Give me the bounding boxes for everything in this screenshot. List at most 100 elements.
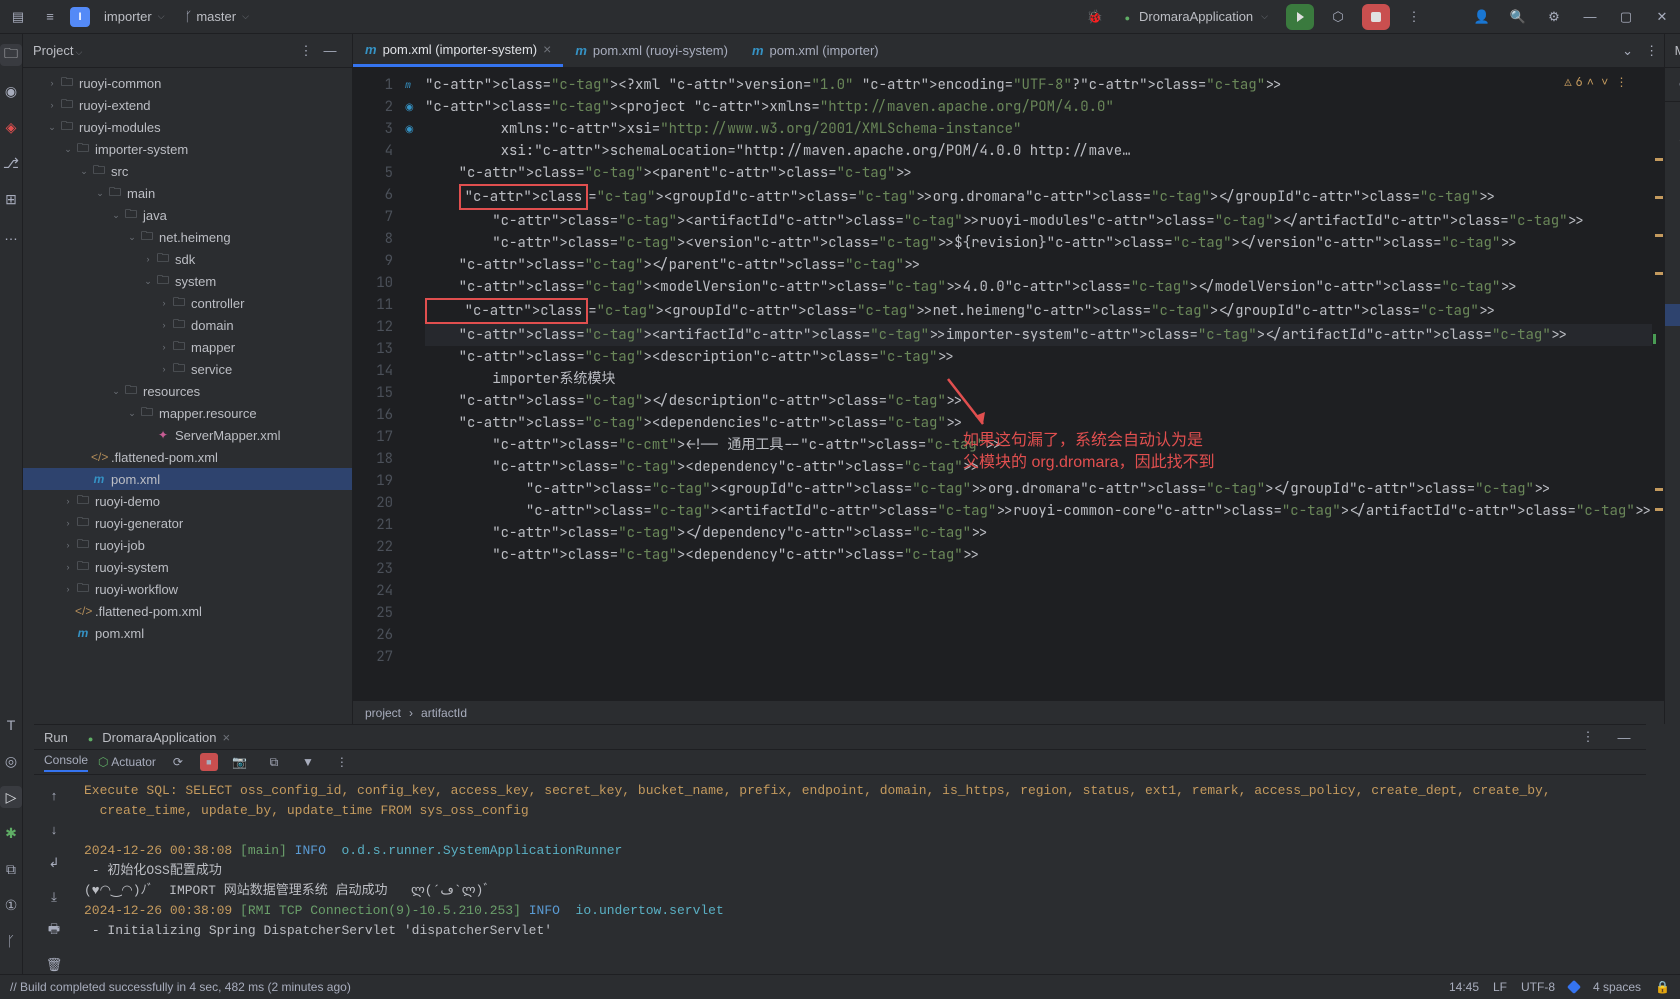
maven-item[interactable]: ⚙install <box>1665 304 1680 326</box>
terminal-tool-icon[interactable]: ⧉ <box>0 858 22 880</box>
editor-tab[interactable]: mpom.xml (importer-system)× <box>353 34 563 67</box>
tree-item[interactable]: </>.flattened-pom.xml <box>23 446 352 468</box>
tab-list-icon[interactable]: ⌄ <box>1616 39 1640 63</box>
tree-item[interactable]: mpom.xml <box>23 622 352 644</box>
tree-item[interactable]: ›🗀ruoyi-system <box>23 556 352 578</box>
actuator-tab[interactable]: ⬡ Actuator <box>98 755 156 769</box>
more-icon[interactable]: ⋮ <box>1402 5 1426 29</box>
maximize-icon[interactable]: ▢ <box>1614 5 1638 29</box>
run-config-dropdown[interactable]: DromaraApplication <box>1119 6 1274 27</box>
tree-item[interactable]: ⌄🗀java <box>23 204 352 226</box>
caret-position[interactable]: 14:45 <box>1449 980 1479 994</box>
maven-item[interactable]: ⚙verify <box>1665 282 1680 304</box>
more-tool-icon[interactable]: … <box>0 224 22 246</box>
tree-item[interactable]: ›🗀ruoyi-extend <box>23 94 352 116</box>
text-tool-icon[interactable]: T <box>0 714 22 736</box>
scroll-icon[interactable]: ⤓ <box>42 885 66 909</box>
down-icon[interactable]: ↓ <box>42 817 66 841</box>
tree-item[interactable]: ›🗀ruoyi-common <box>23 72 352 94</box>
structure-tool-icon[interactable]: ⊞ <box>0 188 22 210</box>
tree-item[interactable]: ›🗀sdk <box>23 248 352 270</box>
run-more-icon[interactable]: ⋮ <box>1576 725 1600 749</box>
close-window-icon[interactable]: ✕ <box>1650 5 1674 29</box>
console-tab[interactable]: Console <box>44 753 88 772</box>
wrap-icon[interactable]: ↲ <box>42 851 66 875</box>
editor-tabs[interactable]: mpom.xml (importer-system)×mpom.xml (ruo… <box>353 34 1664 68</box>
maven-item[interactable]: ⊞com.mysql:mysql-connector-j:8.3.0 <box>1665 480 1680 502</box>
tree-item[interactable]: mpom.xml <box>23 468 352 490</box>
branch-dropdown[interactable]: ᚴ master <box>179 6 255 27</box>
panel-hide-icon[interactable]: — <box>318 39 342 63</box>
hamburger-icon[interactable]: ≡ <box>38 5 62 29</box>
tree-item[interactable]: ⌄🗀main <box>23 182 352 204</box>
bug-icon[interactable]: 🐞 <box>1083 5 1107 29</box>
rerun-icon[interactable]: ⟳ <box>166 750 190 774</box>
tree-item[interactable]: ⌄🗀ruoyi-modules <box>23 116 352 138</box>
maven-item[interactable]: ›🗀Plugins <box>1665 370 1680 392</box>
tree-item[interactable]: ⌄🗀resources <box>23 380 352 402</box>
tree-item[interactable]: ›🗀ruoyi-job <box>23 534 352 556</box>
maven-item[interactable]: ⌄mImporter <box>1665 128 1680 150</box>
maven-item[interactable]: ⚙test <box>1665 238 1680 260</box>
maven-item[interactable]: ›⊞org.dromara:ruoyi-system:5.2.3 <box>1665 590 1680 612</box>
maven-item[interactable]: ›🗀Profiles <box>1665 106 1680 128</box>
status-badge-icon[interactable] <box>1567 980 1581 994</box>
tree-item[interactable]: ›🗀ruoyi-demo <box>23 490 352 512</box>
bookmark-tool-icon[interactable]: ◈ <box>0 116 22 138</box>
editor-tab[interactable]: mpom.xml (importer) <box>740 34 891 67</box>
project-tree[interactable]: ›🗀ruoyi-common›🗀ruoyi-extend⌄🗀ruoyi-modu… <box>23 68 352 724</box>
run-config-tab[interactable]: DromaraApplication × <box>80 726 238 749</box>
tab-more-icon[interactable]: ⋮ <box>1640 39 1664 63</box>
maven-item[interactable]: ⚙site <box>1665 326 1680 348</box>
maven-item[interactable]: ⚙validate <box>1665 194 1680 216</box>
project-dropdown[interactable]: importer <box>98 6 171 27</box>
cwm-icon[interactable]: 👤 <box>1470 5 1494 29</box>
readonly-icon[interactable]: 🔒 <box>1655 980 1670 994</box>
tree-item[interactable]: ⌄🗀mapper.resource <box>23 402 352 424</box>
tree-item[interactable]: ›🗀service <box>23 358 352 380</box>
maven-item[interactable]: ⚙clean <box>1665 172 1680 194</box>
tree-item[interactable]: ›🗀controller <box>23 292 352 314</box>
run-tool-icon[interactable]: ▷ <box>0 786 22 808</box>
line-separator[interactable]: LF <box>1493 980 1507 994</box>
maven-item[interactable]: ›🗀Plugins <box>1665 436 1680 458</box>
maven-item[interactable]: ›⊞net.heimeng:importer-system:5.2.3 <box>1665 612 1680 634</box>
tree-item[interactable]: ⌄🗀src <box>23 160 352 182</box>
console-more-icon[interactable]: ⋮ <box>330 750 354 774</box>
project-panel-title[interactable]: Project <box>33 43 294 58</box>
maven-item[interactable]: ›⊞org.dromara:ruoyi-common-social:5.2.3 <box>1665 524 1680 546</box>
code-editor[interactable]: ⚠ 6 ˄ ˅ ⋮ 123456789101112131415161718192… <box>353 68 1664 700</box>
maven-item[interactable]: ⌄🗀Lifecycle <box>1665 150 1680 172</box>
problems-tool-icon[interactable]: ① <box>0 894 22 916</box>
main-menu-icon[interactable]: ▤ <box>6 5 30 29</box>
maven-item[interactable]: ⚙package <box>1665 260 1680 282</box>
reload-icon[interactable]: ⟳ <box>1673 73 1680 97</box>
project-tool-icon[interactable]: 🗀 <box>0 44 22 66</box>
maven-item[interactable]: ⚙compile <box>1665 216 1680 238</box>
ring-tool-icon[interactable]: ◎ <box>0 750 22 772</box>
indent-info[interactable]: 4 spaces <box>1593 980 1641 994</box>
tree-item[interactable]: ›🗀ruoyi-workflow <box>23 578 352 600</box>
stop-console-icon[interactable]: ■ <box>200 753 218 771</box>
run-button[interactable] <box>1286 4 1314 30</box>
spring-tool-icon[interactable]: ✱ <box>0 822 22 844</box>
up-icon[interactable]: ↑ <box>42 783 66 807</box>
maven-item[interactable]: ⚙deploy <box>1665 348 1680 370</box>
print-icon[interactable]: 🖶 <box>42 919 66 943</box>
file-encoding[interactable]: UTF-8 <box>1521 980 1555 994</box>
filter-icon[interactable]: ▼ <box>296 750 320 774</box>
tree-item[interactable]: ⌄🗀net.heimeng <box>23 226 352 248</box>
tree-item[interactable]: ✦ServerMapper.xml <box>23 424 352 446</box>
settings-icon[interactable]: ⚙ <box>1542 5 1566 29</box>
debug-button[interactable]: ⬡ <box>1326 5 1350 29</box>
editor-tab[interactable]: mpom.xml (ruoyi-system) <box>563 34 740 67</box>
tree-item[interactable]: ⌄🗀importer-system <box>23 138 352 160</box>
run-hide-icon[interactable]: — <box>1612 725 1636 749</box>
vcs-tool-icon[interactable]: ᚴ <box>0 930 22 952</box>
stop-button[interactable] <box>1362 4 1390 30</box>
tree-item[interactable]: ›🗀domain <box>23 314 352 336</box>
search-icon[interactable]: 🔍 <box>1506 5 1530 29</box>
maven-item[interactable]: ›⊞org.dromara:ruoyi-common-ratelimiter:5… <box>1665 546 1680 568</box>
tree-item[interactable]: </>.flattened-pom.xml <box>23 600 352 622</box>
maven-item[interactable]: ⌄🗀Dependencies <box>1665 458 1680 480</box>
